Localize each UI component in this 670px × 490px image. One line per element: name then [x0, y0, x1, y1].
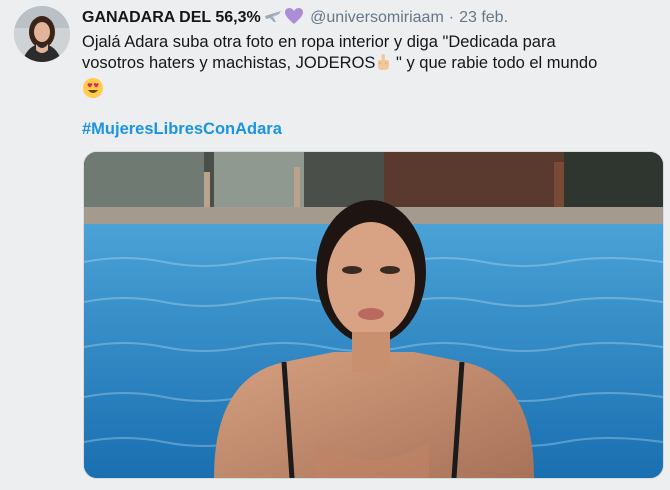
tweet-text-line-2a: vosotros haters y machistas, JODEROS	[82, 54, 376, 72]
heart-eyes-icon	[82, 77, 104, 105]
handle[interactable]: @universomiriaam	[310, 9, 444, 26]
purple-heart-icon	[284, 8, 303, 24]
tweet: GANADARA DEL 56,3% @universomiriaam · 23 f…	[0, 0, 670, 490]
hashtag-link[interactable]: #MujeresLibresConAdara	[82, 120, 282, 139]
airplane-icon	[264, 11, 281, 22]
display-name[interactable]: GANADARA DEL 56,3%	[82, 9, 261, 26]
avatar[interactable]	[14, 6, 70, 62]
name-emojis	[263, 7, 304, 25]
tweet-media-photo[interactable]	[83, 151, 664, 479]
tweet-text-line-2: vosotros haters y machistas, JODEROS " y…	[82, 53, 662, 77]
tweet-text-line-2b: " y que rabie todo el mundo	[391, 54, 598, 72]
tweet-text: Ojalá Adara suba otra foto en ropa inter…	[82, 32, 662, 105]
tweet-text-line-3	[82, 77, 662, 105]
separator: ·	[448, 9, 455, 26]
tweet-header: GANADARA DEL 56,3% @universomiriaam · 23 f…	[82, 7, 508, 28]
tweet-text-line-1: Ojalá Adara suba otra foto en ropa inter…	[82, 33, 556, 51]
middle-finger-icon	[375, 53, 391, 77]
tweet-date[interactable]: 23 feb.	[459, 9, 508, 26]
